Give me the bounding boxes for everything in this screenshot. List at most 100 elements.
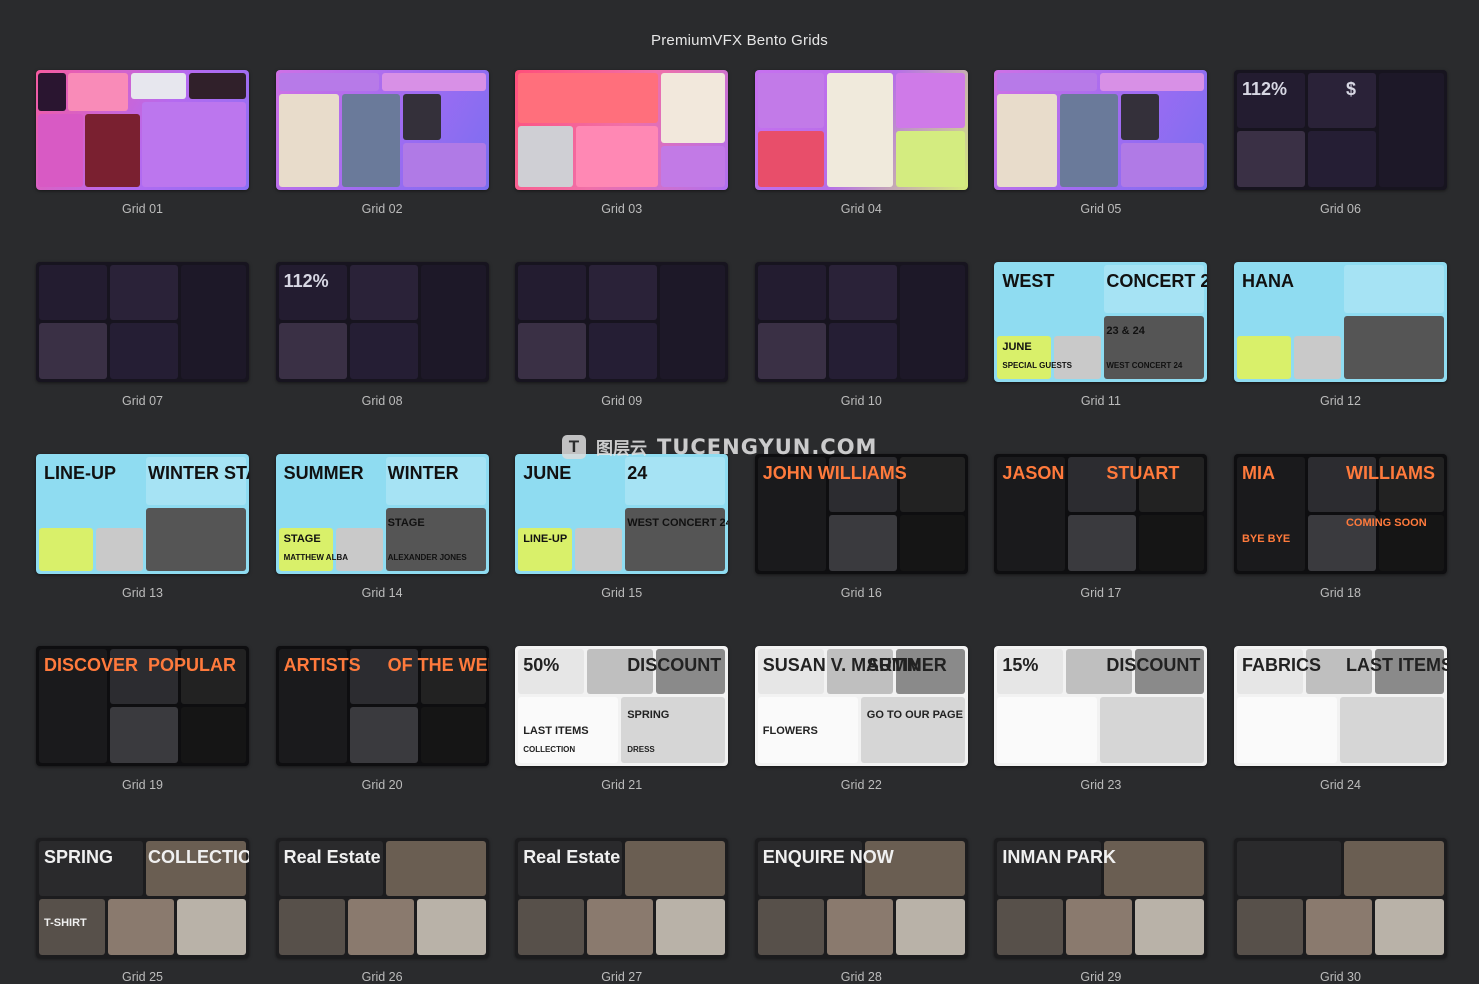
thumbnail-text: 24 xyxy=(627,463,648,483)
thumbnail-image[interactable] xyxy=(36,70,249,190)
grid-thumbnail[interactable]: MIA WILLIAMS BYE BYE COMING SOON Grid 18 xyxy=(1233,454,1447,600)
thumbnail-tile xyxy=(997,94,1058,187)
thumbnail-text: $ xyxy=(1345,79,1356,99)
thumbnail-text: DISCOVER xyxy=(44,655,139,675)
grid-thumbnail[interactable]: Grid 09 xyxy=(515,262,729,408)
thumbnail-text: 23 & 24 xyxy=(1106,325,1145,337)
thumbnail-tile xyxy=(518,323,587,379)
thumbnail-image[interactable]: FABRICS LAST ITEMS xyxy=(1233,646,1447,766)
thumbnail-image[interactable]: LINE-UP WINTER STAGE xyxy=(36,454,249,574)
grid-thumbnail[interactable]: ARTISTS OF THE WEEK Grid 20 xyxy=(275,646,489,792)
thumbnail-image[interactable]: Real Estate xyxy=(275,838,489,958)
thumbnail-image[interactable]: WEST CONCERT 24 JUNE 23 & 24 SPECIAL GUESTS W… xyxy=(994,262,1208,382)
thumbnail-tile xyxy=(826,73,893,187)
grid-thumbnail[interactable]: Real Estate Grid 27 xyxy=(515,838,729,984)
thumbnail-tile xyxy=(1236,336,1291,379)
thumbnail-image[interactable] xyxy=(994,70,1208,190)
thumbnail-text: CONCERT 24 xyxy=(1106,271,1208,291)
thumbnail-text: POPULAR xyxy=(148,655,237,675)
grid-thumbnail[interactable]: JOHN WILLIAMS Grid 16 xyxy=(754,454,968,600)
thumbnail-tile xyxy=(278,899,345,955)
thumbnail-image[interactable] xyxy=(275,70,489,190)
thumbnail-image[interactable] xyxy=(754,70,968,190)
grid-thumbnail[interactable]: Grid 05 xyxy=(994,70,1208,216)
thumbnail-image[interactable]: HANA xyxy=(1233,262,1447,382)
thumbnail-text: 112% xyxy=(1241,79,1288,99)
thumbnail-image[interactable]: 50% DISCOUNT LAST ITEMS SPRING COLLECTION DRE… xyxy=(515,646,729,766)
thumbnail-image[interactable] xyxy=(1233,838,1447,958)
grid-thumbnail[interactable]: JUNE 24 LINE-UP WEST CONCERT 24 Grid 15 xyxy=(515,454,729,600)
thumbnail-image[interactable] xyxy=(515,262,729,382)
thumbnail-tile xyxy=(757,73,824,128)
grid-thumbnail[interactable]: SUMMER WINTER STAGE STAGE MATTHEW ALBA ALEXAN… xyxy=(275,454,489,600)
grid-thumbnail[interactable]: JASON STUART Grid 17 xyxy=(994,454,1208,600)
thumbnail-image[interactable]: ENQUIRE NOW xyxy=(754,838,968,958)
grid-thumbnail[interactable]: Grid 02 xyxy=(275,70,489,216)
thumbnail-image[interactable]: JUNE 24 LINE-UP WEST CONCERT 24 xyxy=(515,454,729,574)
thumbnail-image[interactable]: ARTISTS OF THE WEEK xyxy=(275,646,489,766)
thumbnail-image[interactable]: MIA WILLIAMS BYE BYE COMING SOON xyxy=(1233,454,1447,574)
grid-thumbnail[interactable]: 50% DISCOUNT LAST ITEMS SPRING COLLECTION DRE… xyxy=(515,646,729,792)
grid-thumbnail[interactable]: Grid 30 xyxy=(1233,838,1447,984)
thumbnail-caption: Grid 21 xyxy=(601,778,643,792)
thumbnail-tile xyxy=(1293,336,1341,379)
grid-thumbnail[interactable]: HANA Grid 12 xyxy=(1233,262,1447,408)
thumbnail-text: LINE-UP xyxy=(44,463,116,483)
thumbnail-tile xyxy=(1343,265,1444,313)
grid-thumbnail[interactable]: 15% DISCOUNT Grid 23 xyxy=(994,646,1208,792)
thumbnail-tile xyxy=(757,131,824,187)
thumbnail-tile xyxy=(757,899,824,955)
grid-thumbnail[interactable]: DISCOVER POPULAR Grid 19 xyxy=(36,646,249,792)
thumbnail-text: SPECIAL GUESTS xyxy=(1002,361,1073,370)
thumbnail-image[interactable] xyxy=(515,70,729,190)
thumbnail-tile xyxy=(39,323,107,379)
thumbnail-image[interactable] xyxy=(754,262,968,382)
grid-thumbnail[interactable]: Real Estate Grid 26 xyxy=(275,838,489,984)
grid-thumbnail[interactable]: LINE-UP WINTER STAGE Grid 13 xyxy=(36,454,249,600)
thumbnail-image[interactable]: JOHN WILLIAMS xyxy=(754,454,968,574)
grid-thumbnail[interactable]: SPRING COLLECTION T-SHIRT Grid 25 xyxy=(36,838,249,984)
grid-thumbnail[interactable]: Grid 10 xyxy=(754,262,968,408)
thumbnail-image[interactable]: INMAN PARK xyxy=(994,838,1208,958)
thumbnail-image[interactable]: 112% $ xyxy=(1233,70,1447,190)
thumbnail-image[interactable]: DISCOVER POPULAR xyxy=(36,646,249,766)
thumbnail-tile xyxy=(38,114,83,187)
grid-thumbnail[interactable]: FABRICS LAST ITEMS Grid 24 xyxy=(1233,646,1447,792)
thumbnail-image[interactable]: 15% DISCOUNT xyxy=(994,646,1208,766)
thumbnail-tile xyxy=(587,899,654,955)
thumbnail-image[interactable]: JASON STUART xyxy=(994,454,1208,574)
thumbnail-image[interactable]: Real Estate xyxy=(515,838,729,958)
thumbnail-caption: Grid 17 xyxy=(1080,586,1122,600)
grid-thumbnail[interactable]: Grid 07 xyxy=(36,262,249,408)
grid-thumbnail[interactable]: 112% $ Grid 06 xyxy=(1233,70,1447,216)
thumbnail-tile xyxy=(38,73,66,111)
thumbnail-tile xyxy=(349,323,418,379)
thumbnail-text: 112% xyxy=(283,271,329,291)
grid-thumbnail[interactable]: INMAN PARK Grid 29 xyxy=(994,838,1208,984)
thumbnail-image[interactable]: SUMMER WINTER STAGE STAGE MATTHEW ALBA ALEXAN… xyxy=(275,454,489,574)
thumbnail-caption: Grid 03 xyxy=(601,202,643,216)
thumbnail-tile xyxy=(1343,316,1444,379)
thumbnail-text: T-SHIRT xyxy=(44,917,87,929)
grid-thumbnail[interactable]: Grid 01 xyxy=(36,70,249,216)
thumbnail-tile xyxy=(341,94,400,187)
grid-thumbnail[interactable]: ENQUIRE NOW Grid 28 xyxy=(754,838,968,984)
thumbnail-image[interactable]: SUSAN V. MARTIN SUMMER FLOWERS GO TO OUR PA… xyxy=(754,646,968,766)
thumbnail-tile xyxy=(385,841,486,896)
grid-thumbnail[interactable]: WEST CONCERT 24 JUNE 23 & 24 SPECIAL GUESTS W… xyxy=(994,262,1208,408)
grid-thumbnail[interactable]: Grid 03 xyxy=(515,70,729,216)
thumbnail-caption: Grid 23 xyxy=(1080,778,1122,792)
thumbnail-text: FABRICS xyxy=(1241,655,1321,675)
thumbnail-image[interactable]: SPRING COLLECTION T-SHIRT xyxy=(36,838,249,958)
thumbnail-tile xyxy=(416,899,486,955)
grid-thumbnail[interactable]: 112% Grid 08 xyxy=(275,262,489,408)
thumbnail-tile xyxy=(39,528,93,571)
thumbnail-text: STUART xyxy=(1106,463,1180,483)
thumbnail-tile xyxy=(661,146,726,187)
grid-thumbnail[interactable]: SUSAN V. MARTIN SUMMER FLOWERS GO TO OUR PA… xyxy=(754,646,968,792)
thumbnail-caption: Grid 18 xyxy=(1319,586,1361,600)
grid-thumbnail[interactable]: Grid 04 xyxy=(754,70,968,216)
thumbnail-image[interactable]: 112% xyxy=(275,262,489,382)
thumbnail-tile xyxy=(1100,73,1205,91)
thumbnail-image[interactable] xyxy=(36,262,249,382)
